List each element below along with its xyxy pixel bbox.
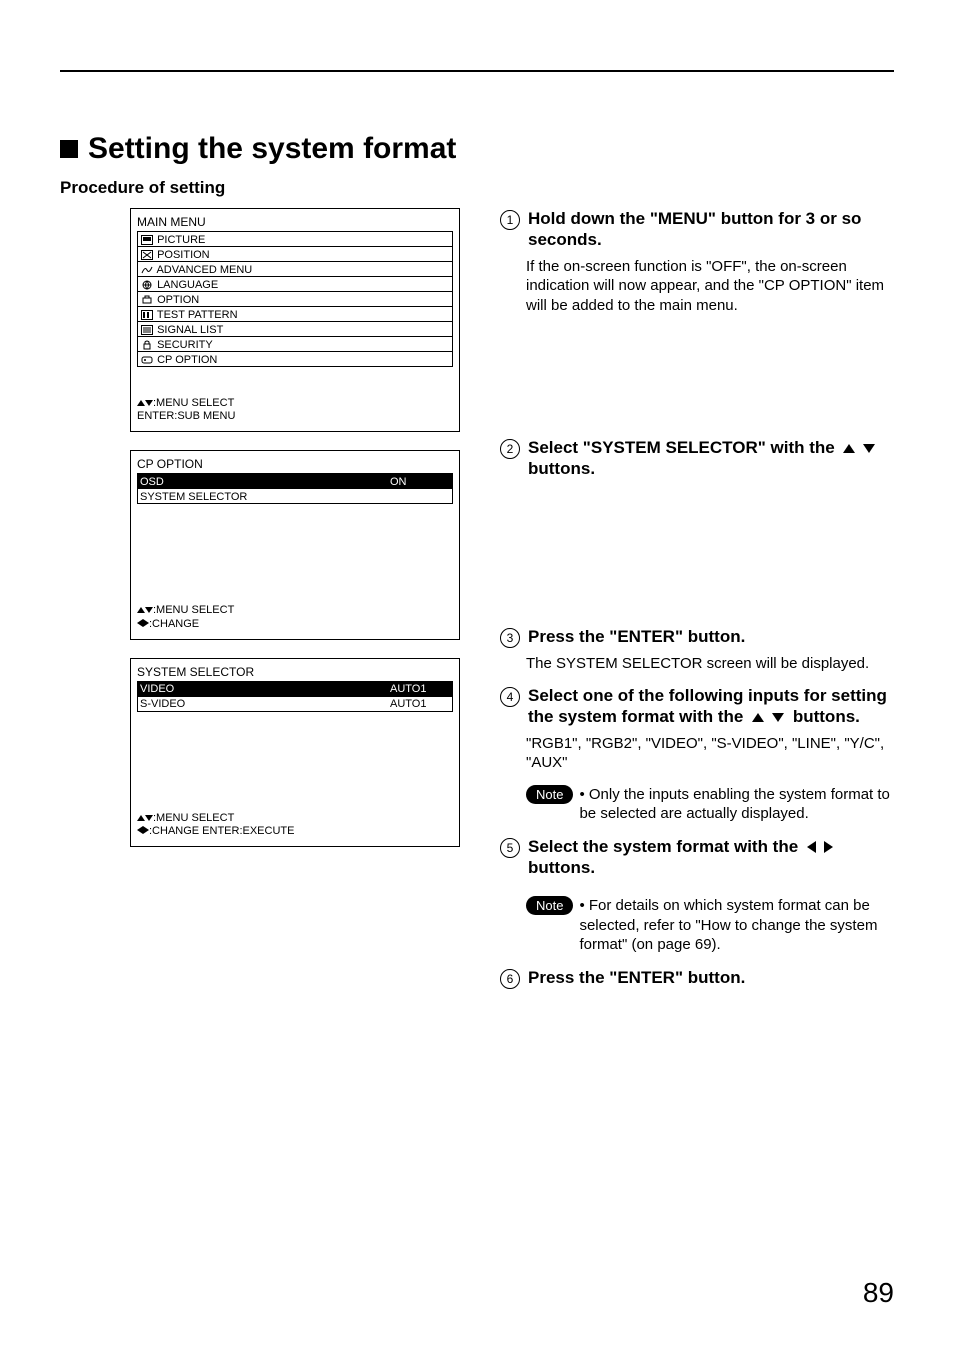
advanced-icon (140, 265, 154, 275)
step-number-icon: 5 (500, 838, 520, 858)
position-icon (140, 250, 154, 260)
step-description: "RGB1", "RGB2", "VIDEO", "S-VIDEO", "LIN… (526, 734, 894, 773)
down-arrow-icon (863, 444, 875, 453)
menu-item-label: VIDEO (140, 683, 390, 695)
menu-item-label: SYSTEM SELECTOR (140, 491, 390, 503)
system-selector-items: VIDEOAUTO1 S-VIDEOAUTO1 (137, 681, 453, 712)
left-column: MAIN MENU PICTURE POSITION ADVANCED MENU… (60, 208, 460, 995)
cp-option-heading: CP OPTION (137, 457, 453, 471)
page-number: 89 (863, 1277, 894, 1309)
menu-item-value: AUTO1 (390, 683, 450, 695)
menu-item-value: ON (390, 476, 450, 488)
up-arrow-icon (137, 607, 145, 613)
step-5: 5 Select the system format with the butt… (500, 836, 894, 879)
step-4: 4 Select one of the following inputs for… (500, 685, 894, 728)
step-1: 1 Hold down the "MENU" button for 3 or s… (500, 208, 894, 251)
down-arrow-icon (772, 713, 784, 722)
menu-item-value (390, 491, 450, 503)
cp-option-box: CP OPTION OSDON SYSTEM SELECTOR :MENU SE… (130, 450, 460, 639)
menu-item-label: ADVANCED MENU (156, 264, 252, 276)
down-arrow-icon (145, 607, 153, 613)
cp-option-items: OSDON SYSTEM SELECTOR (137, 473, 453, 504)
step-heading: Press the "ENTER" button. (528, 967, 745, 988)
menu-item-label: SECURITY (157, 339, 213, 351)
step-number-icon: 4 (500, 687, 520, 707)
down-arrow-icon (145, 400, 153, 406)
left-arrow-icon (807, 841, 816, 853)
test-pattern-icon (140, 310, 154, 320)
note-badge: Note (526, 896, 573, 915)
up-arrow-icon (137, 400, 145, 406)
title-row: Setting the system format (60, 132, 894, 166)
note-text: Only the inputs enabling the system form… (579, 785, 894, 824)
menu-item-label: LANGUAGE (157, 279, 218, 291)
menu-item-label: S-VIDEO (140, 698, 390, 710)
system-selector-heading: SYSTEM SELECTOR (137, 665, 453, 679)
right-column: 1 Hold down the "MENU" button for 3 or s… (500, 208, 894, 995)
step-description: If the on-screen function is "OFF", the … (526, 257, 894, 316)
down-arrow-icon (145, 815, 153, 821)
up-arrow-icon (752, 713, 764, 722)
section-subtitle: Procedure of setting (60, 178, 894, 198)
step-heading: Select "SYSTEM SELECTOR" with the button… (528, 437, 894, 480)
top-rule (60, 70, 894, 72)
up-arrow-icon (137, 815, 145, 821)
note-2: Note For details on which system format … (526, 896, 894, 955)
menu-item-label: SIGNAL LIST (157, 324, 223, 336)
step-3: 3 Press the "ENTER" button. (500, 626, 894, 648)
security-icon (140, 340, 154, 350)
up-arrow-icon (843, 444, 855, 453)
menu-item-value: AUTO1 (390, 698, 450, 710)
step-number-icon: 3 (500, 628, 520, 648)
note-1: Note Only the inputs enabling the system… (526, 785, 894, 824)
main-menu-items: PICTURE POSITION ADVANCED MENU LANGUAGE … (137, 231, 453, 367)
main-menu-heading: MAIN MENU (137, 215, 453, 229)
menu-footer: :MENU SELECT ENTER:SUB MENU (137, 397, 453, 423)
main-menu-box: MAIN MENU PICTURE POSITION ADVANCED MENU… (130, 208, 460, 432)
signal-list-icon (140, 325, 154, 335)
menu-footer: :MENU SELECT :CHANGE ENTER:EXECUTE (137, 812, 453, 838)
cp-option-icon (140, 355, 154, 365)
step-6: 6 Press the "ENTER" button. (500, 967, 894, 989)
step-heading: Select one of the following inputs for s… (528, 685, 894, 728)
note-badge: Note (526, 785, 573, 804)
menu-item-label: CP OPTION (157, 354, 217, 366)
step-number-icon: 2 (500, 439, 520, 459)
menu-item-label: PICTURE (157, 234, 205, 246)
language-icon (140, 280, 154, 290)
step-number-icon: 6 (500, 969, 520, 989)
menu-item-label: POSITION (157, 249, 210, 261)
picture-icon (140, 235, 154, 245)
step-heading: Select the system format with the button… (528, 836, 894, 879)
right-arrow-icon (824, 841, 833, 853)
menu-item-label: TEST PATTERN (157, 309, 238, 321)
step-2: 2 Select "SYSTEM SELECTOR" with the butt… (500, 437, 894, 480)
menu-item-label: OPTION (157, 294, 199, 306)
system-selector-box: SYSTEM SELECTOR VIDEOAUTO1 S-VIDEOAUTO1 … (130, 658, 460, 847)
step-number-icon: 1 (500, 210, 520, 230)
page-title: Setting the system format (88, 132, 456, 166)
bullet-square-icon (60, 140, 78, 158)
menu-item-label: OSD (140, 476, 390, 488)
step-heading: Hold down the "MENU" button for 3 or so … (528, 208, 894, 251)
note-text: For details on which system format can b… (579, 896, 894, 955)
option-icon (140, 295, 154, 305)
menu-footer: :MENU SELECT :CHANGE (137, 604, 453, 630)
step-description: The SYSTEM SELECTOR screen will be displ… (526, 654, 894, 674)
step-heading: Press the "ENTER" button. (528, 626, 745, 647)
